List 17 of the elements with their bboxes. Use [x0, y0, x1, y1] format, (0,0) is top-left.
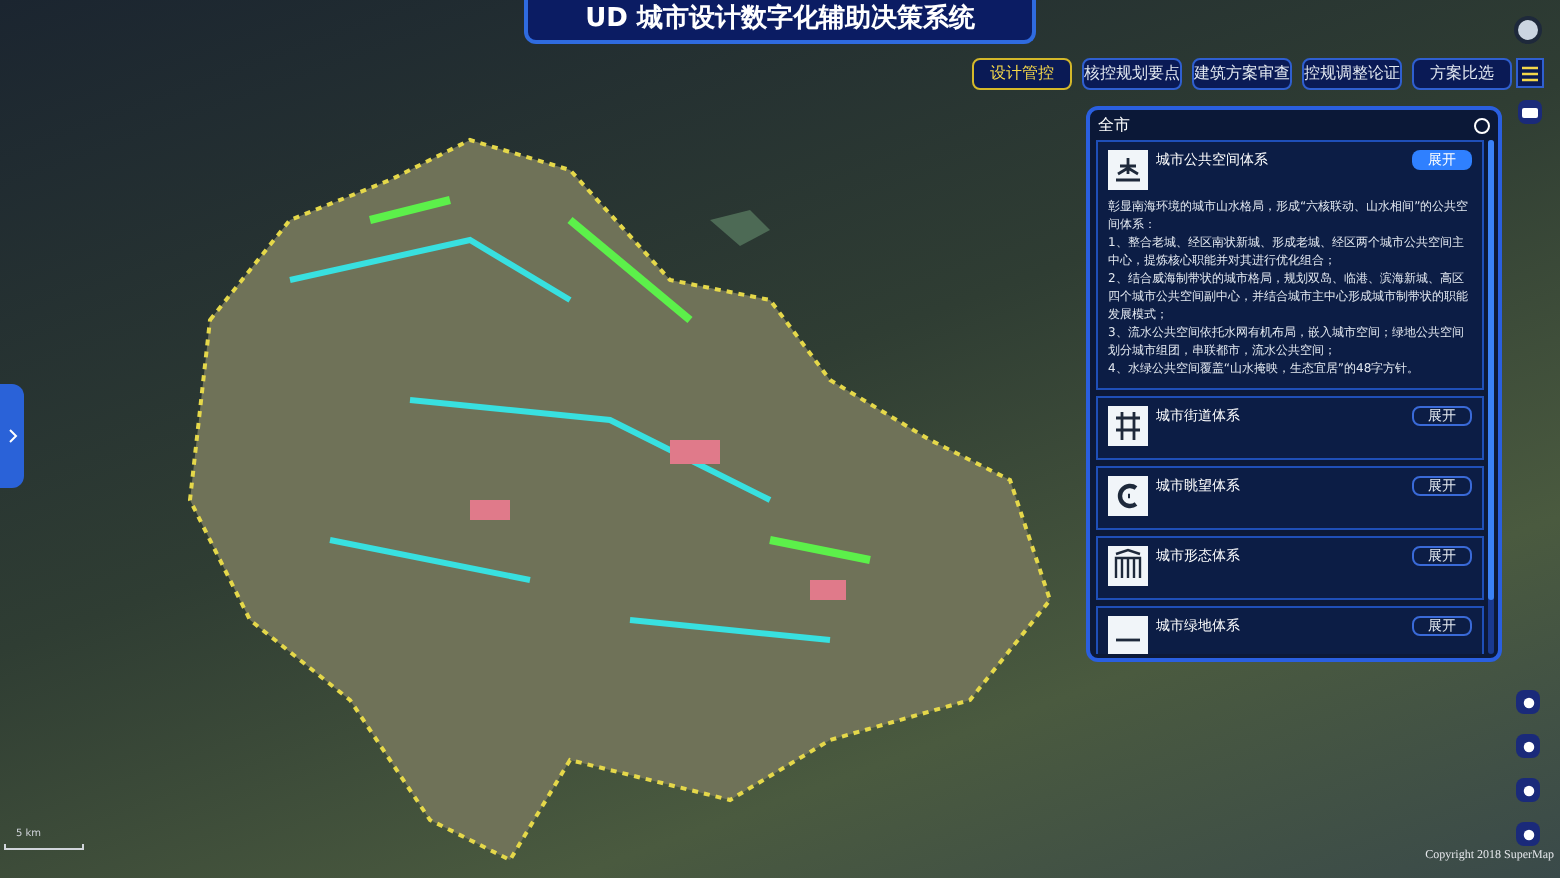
scale-bar [4, 843, 84, 849]
chevron-right-icon [7, 428, 17, 444]
card-icon [1108, 546, 1148, 586]
panel-title: 全市 [1098, 113, 1130, 137]
card-icon [1108, 616, 1148, 654]
nav-tab[interactable]: 控规调整论证 [1302, 58, 1402, 90]
card-icon [1108, 150, 1148, 190]
card-icon [1108, 406, 1148, 446]
nav-tab[interactable]: 建筑方案审查 [1192, 58, 1292, 90]
nav-tab[interactable]: 设计管控 [972, 58, 1072, 90]
close-icon[interactable] [1474, 117, 1490, 133]
app-title: UD 城市设计数字化辅助决策系统 [585, 1, 975, 39]
nav-tab[interactable]: 方案比选 [1412, 58, 1512, 90]
card-icon [1108, 476, 1148, 516]
list-icon[interactable] [1516, 58, 1544, 88]
nav-tab[interactable]: 核控规划要点 [1082, 58, 1182, 90]
expand-side-tab[interactable] [0, 384, 24, 488]
